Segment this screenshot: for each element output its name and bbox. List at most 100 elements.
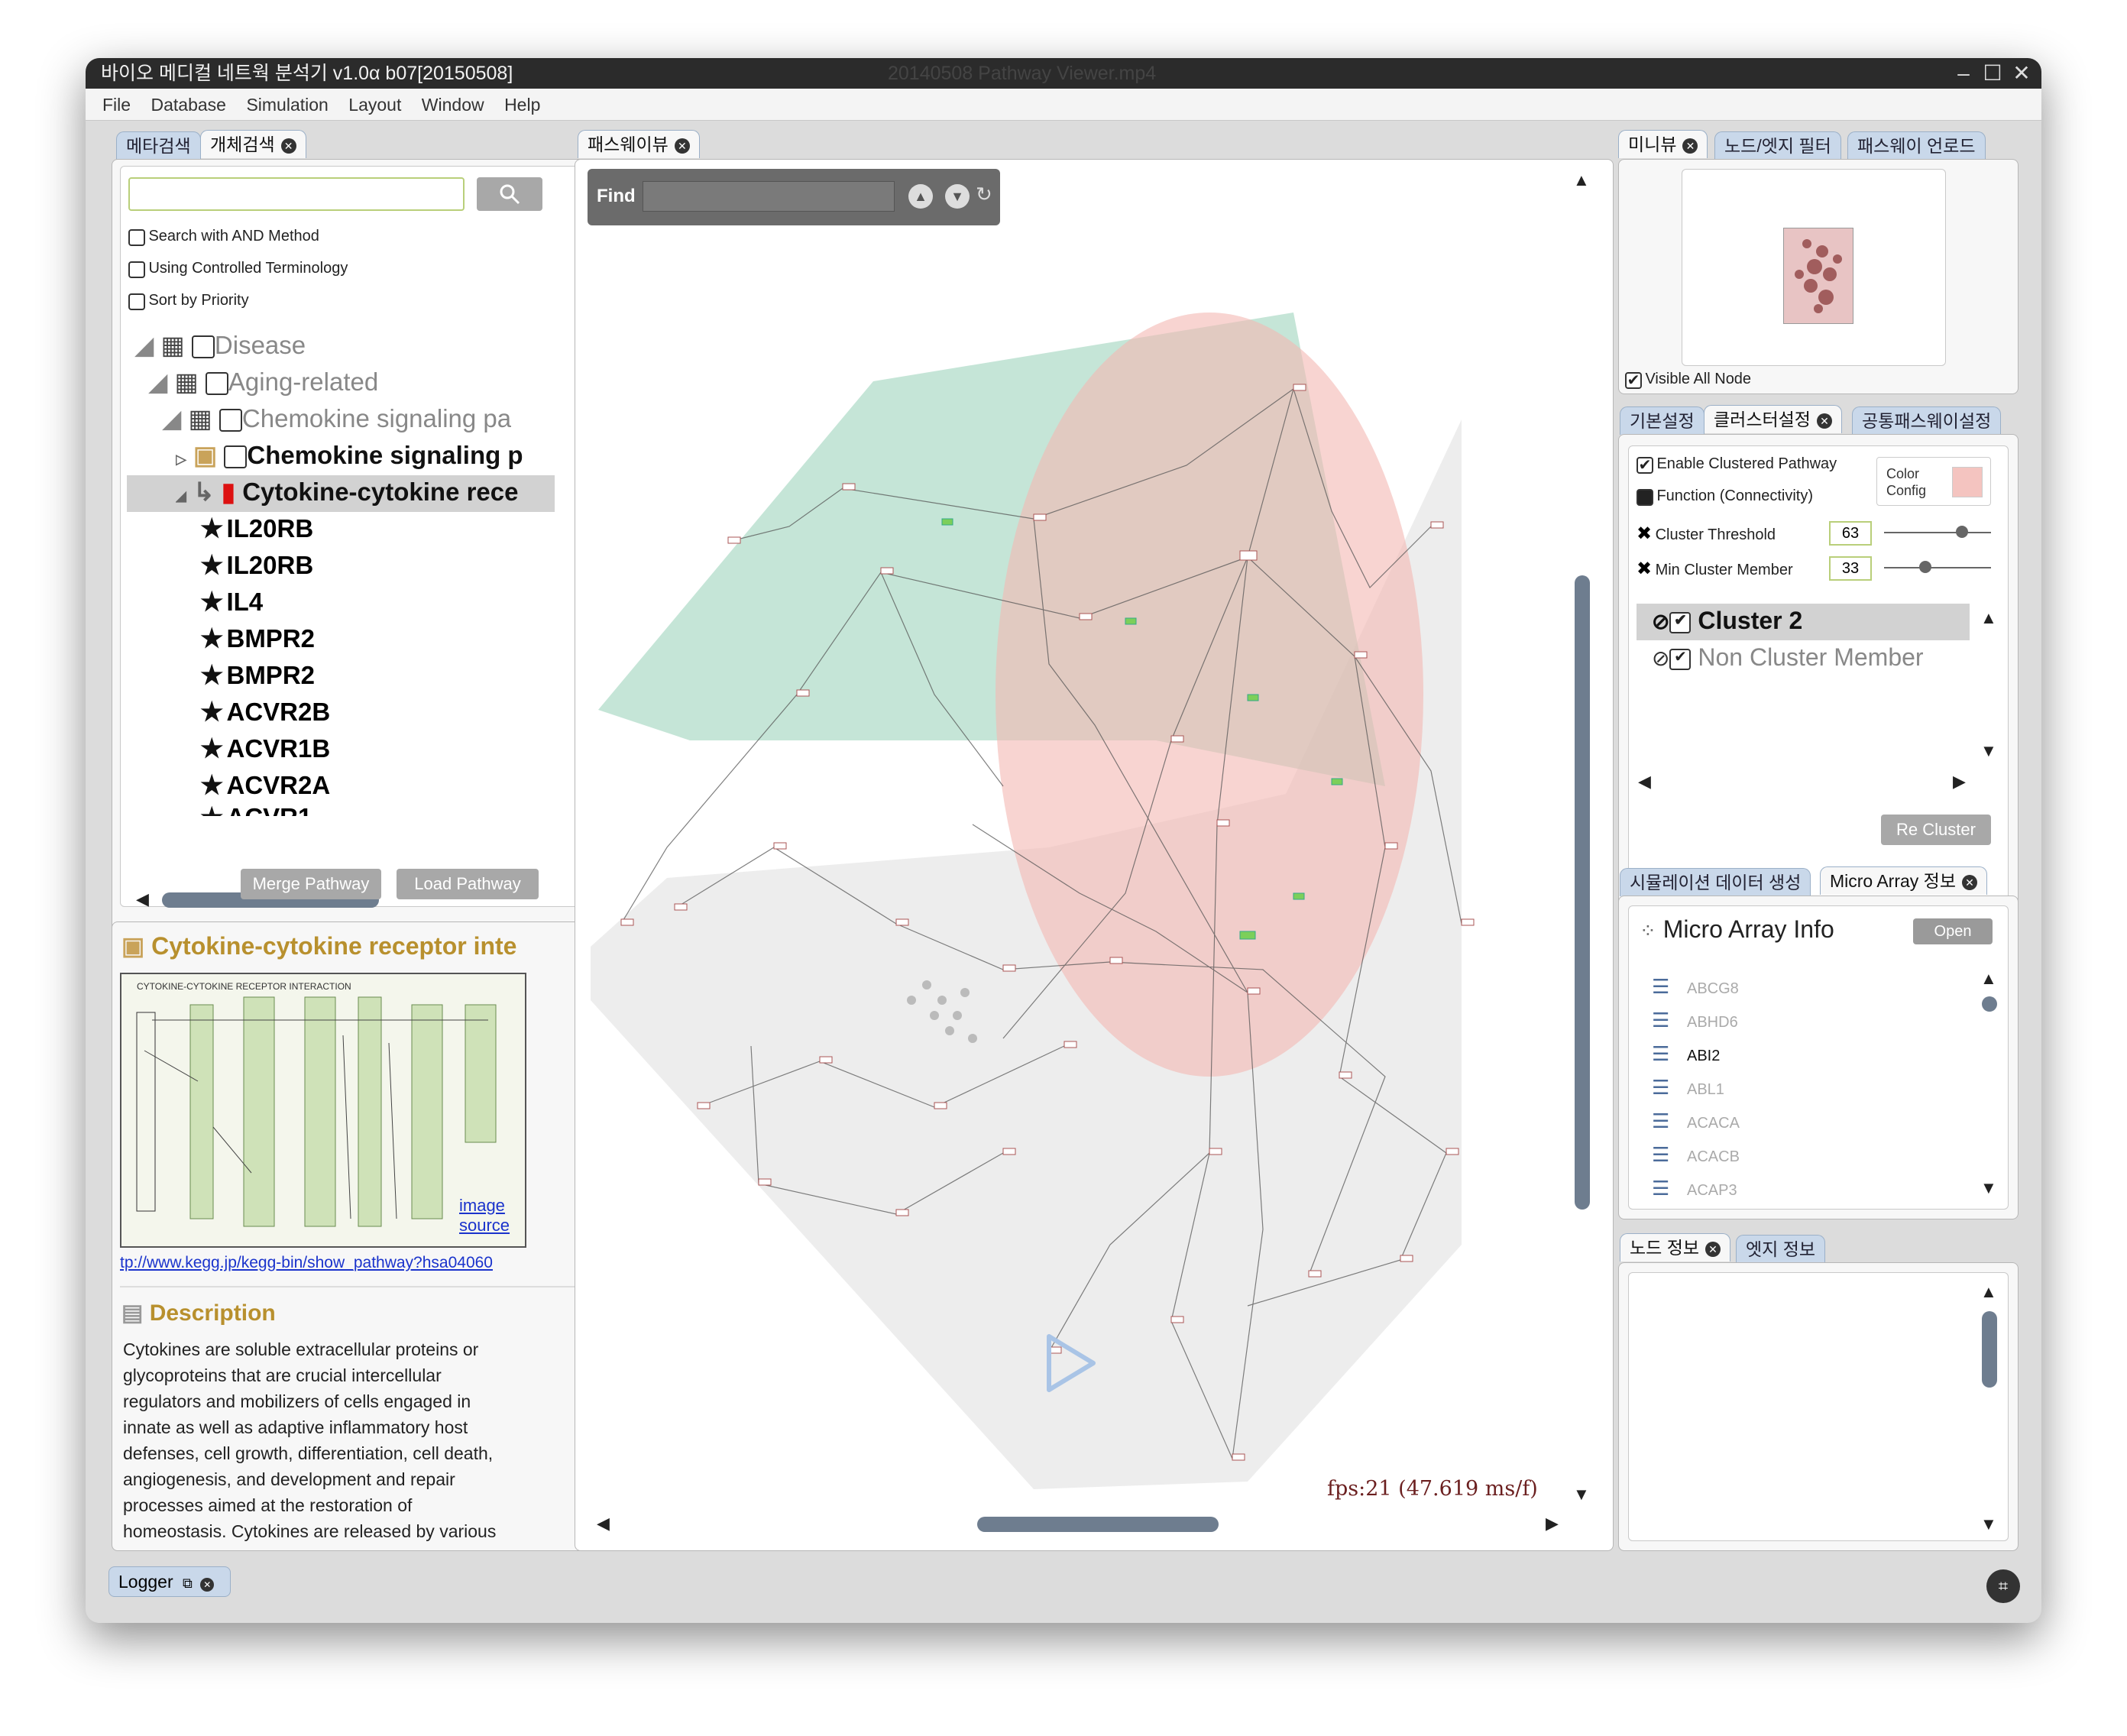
close-icon[interactable]: ✕ (674, 138, 690, 154)
threshold-slider-handle[interactable] (1956, 526, 1968, 538)
tab-entity-search[interactable]: 개체검색 ✕ (200, 130, 306, 158)
close-icon[interactable]: ✕ (1705, 1241, 1721, 1257)
search-button[interactable] (477, 177, 542, 211)
close-icon[interactable]: ✕ (1682, 138, 1698, 154)
tab-edge-info[interactable]: 엣지 정보 (1736, 1235, 1826, 1263)
tree-item-chemokine[interactable]: ▷ ▣ Chemokine signaling p (176, 440, 523, 470)
micro-array-open-button[interactable]: Open (1913, 918, 1993, 944)
menu-database[interactable]: Database (151, 89, 226, 121)
tab-minimap[interactable]: 미니뷰 ✕ (1618, 130, 1708, 158)
close-icon[interactable]: ✕ (1962, 874, 1978, 890)
checkbox[interactable] (1637, 456, 1653, 474)
recluster-button[interactable]: Re Cluster (1881, 815, 1991, 845)
scroll-down-arrow[interactable]: ▼ (1980, 741, 1997, 761)
gene-list-item[interactable]: ☰ ABL1 (1652, 1076, 1724, 1100)
tree-item-disease[interactable]: ◢ ▦ Disease (134, 330, 306, 360)
tab-pathway-view[interactable]: 패스웨이뷰 ✕ (578, 130, 700, 158)
tree-item-aging[interactable]: ◢ ▦ Aging-related (148, 367, 378, 397)
tab-common-pathway-settings[interactable]: 공통패스웨이설정 (1852, 406, 2002, 435)
tab-cluster-settings[interactable]: 클러스터설정 ✕ (1704, 405, 1842, 433)
close-icon[interactable]: ✕ (200, 1578, 215, 1592)
option-sort-priority[interactable]: Sort by Priority (128, 292, 249, 310)
gene-item[interactable]: ★ BMPR2 (200, 660, 315, 691)
checkbox[interactable] (1637, 488, 1653, 506)
tree-item-cytokine[interactable]: ◢ ↳ ▮ Cytokine-cytokine rece (176, 477, 519, 507)
min-member-slider[interactable] (1884, 567, 1991, 568)
tab-node-edge-filter[interactable]: 노드/엣지 필터 (1714, 131, 1841, 160)
checkbox[interactable] (224, 445, 248, 469)
enable-clustered-option[interactable]: Enable Clustered Pathway (1637, 455, 1837, 474)
scroll-up-arrow[interactable]: ▲ (1573, 170, 1590, 190)
vertical-scroll-thumb[interactable] (1575, 575, 1590, 1210)
tab-basic-settings[interactable]: 기본설정 (1620, 406, 1705, 435)
refresh-icon[interactable]: ↻ (976, 183, 992, 206)
screen-capture-icon[interactable]: ⌗ (1986, 1569, 2020, 1603)
checkbox[interactable] (1669, 611, 1692, 633)
scroll-up-arrow[interactable]: ▲ (1980, 608, 1997, 628)
load-pathway-button[interactable]: Load Pathway (397, 869, 539, 899)
tab-simulation-data[interactable]: 시뮬레이션 데이터 생성 (1620, 868, 1811, 896)
min-member-slider-handle[interactable] (1919, 561, 1931, 573)
color-swatch[interactable] (1952, 467, 1983, 497)
option-controlled-terminology[interactable]: Using Controlled Terminology (128, 260, 348, 278)
maximize-button[interactable]: ☐ (1979, 58, 2006, 89)
search-input[interactable] (128, 177, 465, 211)
find-next-button[interactable]: ▼ (945, 184, 970, 209)
gene-list-item[interactable]: ☰ ABCG8 (1652, 975, 1739, 999)
scroll-down-arrow[interactable]: ▼ (1980, 1178, 1997, 1198)
gene-list-item[interactable]: ☰ ACACB (1652, 1143, 1740, 1167)
threshold-value-input[interactable]: 63 (1829, 521, 1872, 546)
close-button[interactable]: ✕ (2008, 58, 2035, 89)
checkbox[interactable] (128, 228, 145, 246)
scroll-left-arrow[interactable]: ◀ (1638, 772, 1651, 792)
function-connectivity-option[interactable]: Function (Connectivity) (1637, 487, 1813, 506)
checkbox[interactable] (128, 293, 145, 310)
menu-simulation[interactable]: Simulation (246, 89, 328, 121)
tab-meta-search[interactable]: 메타검색 (116, 131, 201, 160)
scroll-down-arrow[interactable]: ▼ (1573, 1485, 1590, 1504)
gene-item[interactable]: ★ACVR1 (200, 802, 312, 816)
play-icon[interactable] (1034, 1329, 1102, 1398)
scroll-right-arrow[interactable]: ▶ (1953, 772, 1966, 792)
minimap-viewport[interactable] (1783, 228, 1853, 324)
checkbox[interactable] (205, 372, 228, 396)
cluster-list-item-cluster2[interactable]: ⊘ Cluster 2 (1652, 607, 1802, 635)
checkbox[interactable] (128, 261, 145, 278)
checkbox[interactable] (191, 335, 215, 359)
menu-window[interactable]: Window (422, 89, 484, 121)
threshold-slider[interactable] (1884, 532, 1991, 533)
gene-list-item[interactable]: ☰ ABHD6 (1652, 1009, 1738, 1032)
find-input[interactable] (643, 181, 895, 212)
find-prev-button[interactable]: ▲ (908, 184, 933, 209)
minimize-button[interactable]: – (1950, 58, 1977, 89)
vertical-scroll-thumb[interactable] (1982, 996, 1997, 1012)
scroll-down-arrow[interactable]: ▼ (1980, 1514, 1997, 1534)
gene-item[interactable]: ★ IL20RB (200, 550, 313, 581)
merge-pathway-button[interactable]: Merge Pathway (241, 869, 381, 899)
checkbox[interactable] (1625, 371, 1642, 389)
tab-micro-array[interactable]: Micro Array 정보 ✕ (1820, 866, 1988, 895)
option-and-method[interactable]: Search with AND Method (128, 228, 319, 246)
gene-list-item[interactable]: ☰ ABI2 (1652, 1042, 1720, 1066)
scroll-left-arrow[interactable]: ◀ (136, 889, 149, 909)
cluster-list-item-non-member[interactable]: ⊘ Non Cluster Member (1652, 643, 1924, 672)
scroll-up-arrow[interactable]: ▲ (1980, 1282, 1997, 1302)
horizontal-scroll-thumb[interactable] (977, 1517, 1219, 1532)
checkbox[interactable] (1669, 648, 1692, 670)
gene-item[interactable]: ★ ACVR1B (200, 734, 330, 764)
menu-layout[interactable]: Layout (348, 89, 401, 121)
menu-help[interactable]: Help (504, 89, 540, 121)
gene-list-item[interactable]: ☰ ACAP3 (1652, 1177, 1737, 1200)
tab-pathway-unload[interactable]: 패스웨이 언로드 (1847, 131, 1986, 160)
scroll-up-arrow[interactable]: ▲ (1980, 969, 1997, 989)
gene-item[interactable]: ★ IL4 (200, 587, 263, 617)
close-icon[interactable]: ✕ (1816, 413, 1832, 429)
checkbox[interactable] (219, 409, 242, 432)
image-source-link[interactable]: image source (459, 1196, 510, 1236)
gene-item[interactable]: ★ BMPR2 (200, 623, 315, 654)
tree-item-chemokine-group[interactable]: ◢ ▦ Chemokine signaling pa (162, 403, 511, 433)
color-config[interactable]: Color Config (1876, 457, 1991, 506)
menu-file[interactable]: File (102, 89, 131, 121)
logger-tab[interactable]: Logger ⧉ ✕ (108, 1566, 231, 1597)
vertical-scroll-thumb[interactable] (1982, 1311, 1997, 1388)
